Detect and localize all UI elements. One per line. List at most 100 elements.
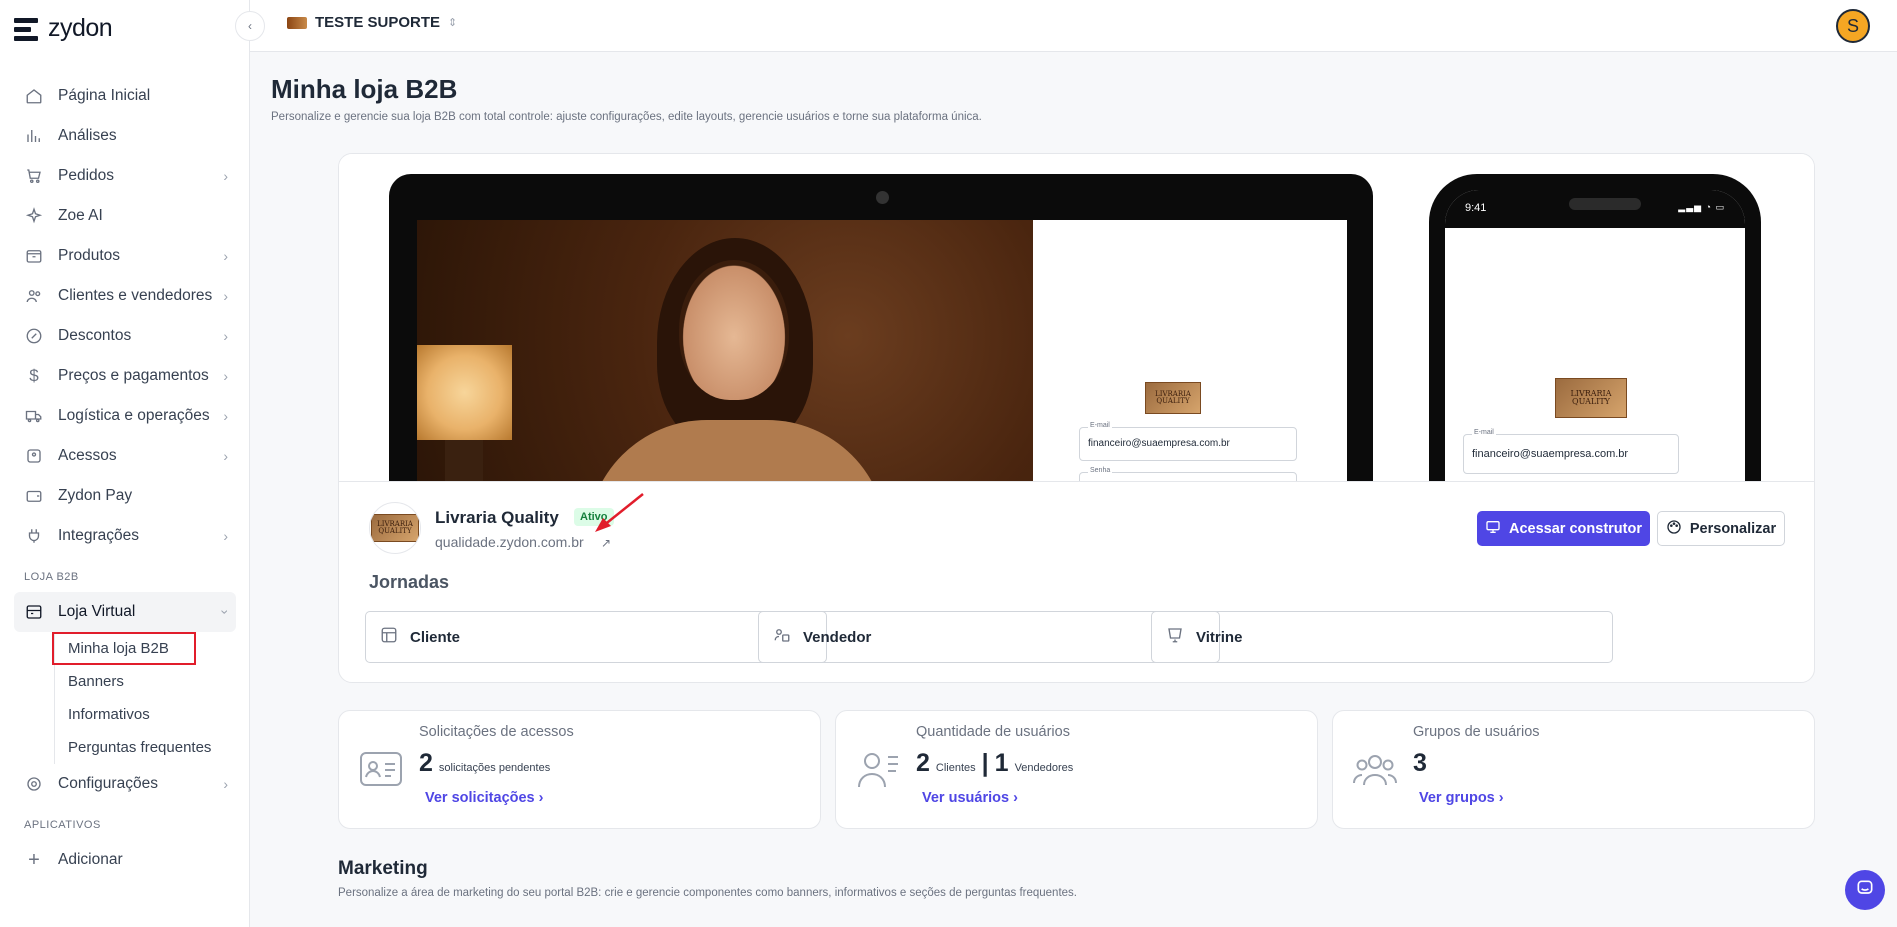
stat-number: 3 [1413, 749, 1427, 777]
stat-link-label: Ver grupos [1419, 790, 1495, 806]
sidebar-item-label: Análises [58, 127, 117, 144]
zydon-logo[interactable]: zydon [14, 14, 113, 43]
page-subtitle: Personalize e gerencie sua loja B2B com … [271, 111, 982, 123]
chevron-right-icon: › [223, 776, 228, 792]
store-logo: LIVRARIA QUALITY [1555, 378, 1627, 418]
gear-icon [24, 774, 44, 794]
chat-support-button[interactable] [1845, 870, 1885, 910]
monitor-icon [1485, 519, 1501, 539]
stat-link-label: Ver usuários [922, 790, 1010, 806]
journey-showcase[interactable]: Vitrine [1151, 611, 1613, 663]
section-label-apps: APLICATIVOS [24, 819, 101, 831]
stat-number: 2 [916, 749, 930, 777]
store-url-link[interactable]: qualidade.zydon.com.br [435, 534, 584, 550]
chat-icon [1855, 878, 1875, 903]
stat-value: 2 solicitações pendentes [419, 749, 550, 778]
sidebar-item-orders[interactable]: Pedidos › [14, 156, 236, 196]
store-name: Livraria Quality [435, 508, 559, 527]
chart-icon [24, 126, 44, 146]
signal-wifi-battery-icon: ▂▃▅ ◔ ▭ [1678, 202, 1725, 212]
discount-icon [24, 326, 44, 346]
stat-separator: | [981, 749, 989, 777]
email-field-preview: E-mail financeiro@suaempresa.com.br [1463, 429, 1679, 474]
access-builder-button[interactable]: Acessar construtor [1477, 511, 1650, 546]
external-link-icon[interactable]: ↗ [601, 536, 611, 550]
wallet-icon [24, 486, 44, 506]
stat-link-label: Ver solicitações [425, 790, 535, 806]
lamp-base-shape [445, 440, 483, 481]
sidebar-subitem-informativos[interactable]: Informativos [54, 698, 236, 731]
phone-status-bar: 9:41 ▂▃▅ ◔ ▭ [1445, 190, 1745, 228]
email-label: E-mail [1472, 429, 1496, 436]
zydon-logo-icon [14, 15, 40, 43]
store-selector[interactable]: TESTE SUPORTE ⇕ [287, 14, 457, 31]
loja-virtual-submenu: Minha loja B2B Banners Informativos Perg… [14, 632, 236, 764]
annotation-arrow-icon [595, 493, 644, 532]
sidebar-item-access[interactable]: Acessos › [14, 436, 236, 476]
stat-card-users: Quantidade de usuários 2 Clientes | 1 Ve… [835, 710, 1318, 829]
layout-icon [380, 626, 398, 648]
sidebar-subitem-banners[interactable]: Banners [54, 665, 236, 698]
stat-title: Grupos de usuários [1413, 724, 1540, 740]
store-preview: LIVRARIA QUALITY E-mail financeiro@suaem… [339, 154, 1814, 482]
topbar: ‹ TESTE SUPORTE ⇕ S [235, 0, 1897, 52]
password-field-preview: Senha [1079, 467, 1297, 481]
email-field-preview: E-mail financeiro@suaempresa.com.br [1079, 422, 1297, 461]
section-label-b2b: LOJA B2B [24, 571, 79, 583]
chevron-right-icon: › [223, 248, 228, 264]
store-logo: LIVRARIA QUALITY [371, 514, 419, 542]
store-icon [24, 602, 44, 622]
marketing-title: Marketing [338, 858, 428, 879]
view-requests-link[interactable]: Ver solicitações › [425, 790, 543, 806]
stat-card-access-requests: Solicitações de acessos 2 solicitações p… [338, 710, 821, 829]
person-body-shape [587, 420, 887, 481]
sidebar-item-add[interactable]: + Adicionar [14, 840, 236, 880]
sidebar: zydon Página Inicial Análises Pedidos › … [0, 0, 250, 927]
showcase-icon [1166, 626, 1184, 648]
sidebar-item-integrations[interactable]: Integrações › [14, 516, 236, 556]
seller-icon [773, 626, 791, 648]
stat-value: 3 [1413, 749, 1427, 778]
sidebar-item-label: Zoe AI [58, 207, 103, 224]
sidebar-item-label: Preços e pagamentos [58, 367, 209, 384]
sidebar-item-products[interactable]: Produtos › [14, 236, 236, 276]
view-users-link[interactable]: Ver usuários › [922, 790, 1018, 806]
lamp-shape [417, 345, 512, 440]
sidebar-item-analytics[interactable]: Análises [14, 116, 236, 156]
sidebar-item-zoe-ai[interactable]: Zoe AI [14, 196, 236, 236]
journey-label: Vitrine [1196, 628, 1243, 646]
customize-button[interactable]: Personalizar [1657, 511, 1785, 546]
journey-label: Cliente [410, 628, 461, 646]
sidebar-subitem-faq[interactable]: Perguntas frequentes [54, 731, 236, 764]
sidebar-item-prices[interactable]: $ Preços e pagamentos › [14, 356, 236, 396]
store-thumbnail [287, 16, 307, 29]
id-card-icon [357, 745, 405, 793]
chevron-right-icon: › [223, 168, 228, 184]
sidebar-item-home[interactable]: Página Inicial [14, 76, 236, 116]
view-groups-link[interactable]: Ver grupos › [1419, 790, 1504, 806]
sidebar-subitem-minha-loja[interactable]: Minha loja B2B [52, 632, 196, 665]
stat-value: 2 Clientes | 1 Vendedores [916, 749, 1073, 778]
chevron-right-icon: › [223, 448, 228, 464]
stat-number: 2 [419, 749, 433, 777]
sidebar-item-loja-virtual[interactable]: Loja Virtual › [14, 592, 236, 632]
stat-number-label: Clientes [935, 762, 976, 774]
sidebar-item-label: Descontos [58, 327, 132, 344]
stat-number: 1 [994, 749, 1009, 777]
sidebar-item-label: Loja Virtual [58, 603, 136, 620]
user-avatar[interactable]: S [1836, 9, 1870, 43]
sidebar-item-zydon-pay[interactable]: Zydon Pay [14, 476, 236, 516]
phone-screen: 9:41 ▂▃▅ ◔ ▭ LIVRARIA QUALITY E-mail fin… [1445, 190, 1745, 481]
sidebar-item-label: Clientes e vendedores [58, 287, 213, 304]
page-title: Minha loja B2B [271, 74, 458, 104]
chevron-right-icon: › [534, 790, 544, 806]
camera-icon [876, 191, 889, 204]
sidebar-item-discounts[interactable]: Descontos › [14, 316, 236, 356]
store-logo: LIVRARIA QUALITY [1145, 382, 1201, 414]
phone-notch [1569, 198, 1641, 210]
sidebar-item-settings[interactable]: Configurações › [14, 764, 236, 804]
sidebar-item-logistics[interactable]: Logística e operações › [14, 396, 236, 436]
sidebar-item-clients[interactable]: Clientes e vendedores › [14, 276, 236, 316]
collapse-sidebar-button[interactable]: ‹ [235, 11, 265, 41]
customize-label: Personalizar [1689, 520, 1777, 537]
